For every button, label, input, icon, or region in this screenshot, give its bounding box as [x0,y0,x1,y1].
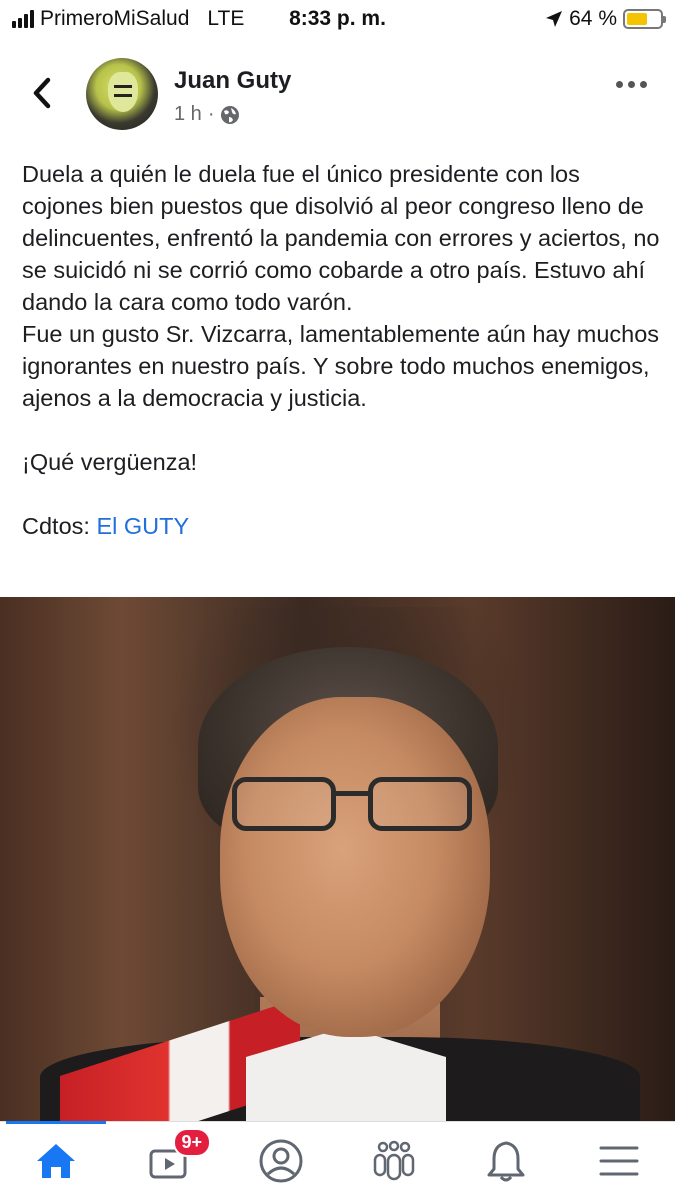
credits-line: Cdtos: El GUTY [22,510,662,542]
profile-icon [259,1139,303,1183]
credits-link[interactable]: El GUTY [96,513,189,539]
notification-badge: 9+ [172,1128,212,1157]
tab-menu[interactable] [563,1122,675,1200]
post-photo[interactable] [0,597,675,1121]
more-dot [616,81,623,88]
battery-icon [623,9,666,29]
groups-icon [373,1140,414,1181]
tab-video[interactable]: 9+ [113,1122,226,1200]
chevron-left-icon [33,77,51,109]
more-dot [628,81,635,88]
location-arrow-icon [546,11,563,27]
battery-level [627,13,648,25]
post-meta: 1 h · [174,103,240,126]
menu-icon [599,1146,639,1176]
post-paragraph: Fue un gusto Sr. Vizcarra, lamentablemen… [22,321,660,411]
globe-icon [221,105,240,124]
tab-groups[interactable] [338,1122,451,1200]
avatar[interactable] [86,58,158,130]
author-name[interactable]: Juan Guty [174,67,291,95]
tab-profile[interactable] [225,1122,338,1200]
bottom-nav: 9+ [0,1121,675,1200]
bell-icon [487,1141,525,1182]
status-right: 64 % [545,7,666,31]
home-icon [37,1144,76,1178]
tab-home[interactable] [0,1121,113,1200]
tab-notifications[interactable] [450,1122,563,1200]
more-options-button[interactable] [616,81,647,88]
more-dot [640,81,647,88]
post-paragraph: Duela a quién le duela fue el único pres… [22,161,660,315]
status-bar: PrimeroMiSalud LTE 8:33 p. m. 64 % [0,0,675,40]
post-paragraph: ¡Qué vergüenza! [22,449,198,475]
credits-label: Cdtos: [22,513,90,539]
post-body: Duela a quién le duela fue el único pres… [22,158,662,542]
meta-separator: · [207,103,215,125]
post-header: Juan Guty 1 h · [0,55,675,135]
battery-percent: 64 % [569,7,617,30]
back-button[interactable] [22,73,62,113]
post-time[interactable]: 1 h [174,103,202,126]
